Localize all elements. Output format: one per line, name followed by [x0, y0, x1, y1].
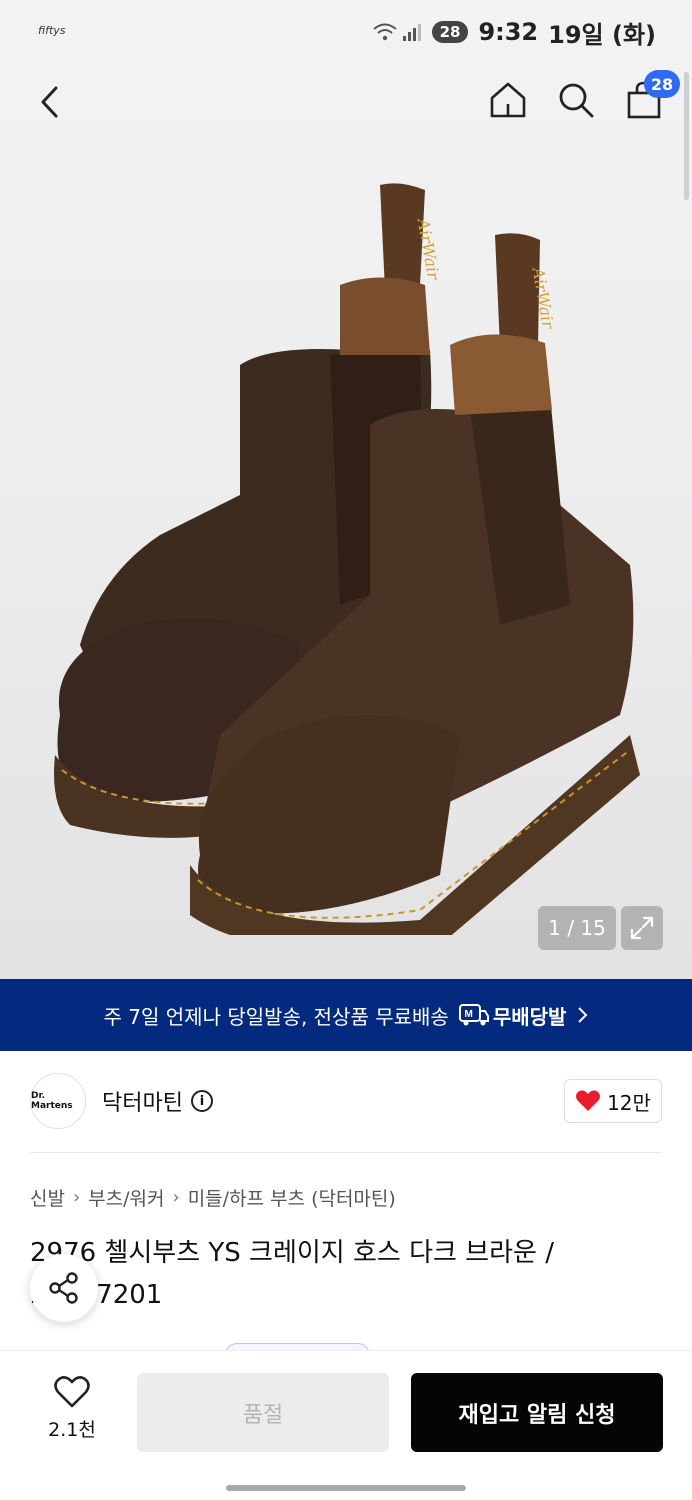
cart-count-badge: 28 — [644, 70, 680, 98]
battery-indicator: 28 — [431, 21, 469, 43]
breadcrumb-item[interactable]: 부츠/워커 — [88, 1184, 164, 1211]
delivery-badge-label: 무배당발 — [492, 1004, 567, 1029]
status-time: 9:32 — [478, 18, 539, 46]
expand-icon — [630, 916, 654, 940]
home-button[interactable] — [484, 76, 532, 124]
heart-filled-icon — [576, 1090, 601, 1111]
sold-out-button[interactable]: 품절 — [137, 1373, 389, 1452]
brand-like-count: 12만 — [607, 1090, 651, 1115]
home-indicator — [226, 1485, 466, 1491]
expand-image-button[interactable] — [621, 906, 663, 950]
share-button[interactable] — [30, 1254, 98, 1322]
divider — [30, 1152, 662, 1153]
chevron-right-icon: › — [72, 1187, 81, 1208]
wishlist-count: 2.1천 — [48, 1419, 96, 1441]
breadcrumb-item[interactable]: 신발 — [30, 1184, 65, 1211]
cart-button[interactable]: 28 — [620, 70, 680, 124]
share-icon — [49, 1272, 78, 1304]
brand-row: Dr. Martens 닥터마틴 i 12만 — [0, 1051, 692, 1153]
search-icon — [559, 83, 594, 118]
home-icon — [490, 82, 526, 118]
chevron-right-icon — [578, 1007, 588, 1023]
product-image-boots: AirWair AirWair — [54, 183, 640, 935]
brand-like-button[interactable]: 12만 — [564, 1079, 662, 1123]
image-counter: 1 / 15 — [538, 906, 616, 950]
delivery-badge: M 무배당발 — [458, 1001, 567, 1030]
truck-icon: M — [458, 1004, 489, 1026]
product-image-gallery[interactable]: AirWair AirWair 1 / 15 — [0, 0, 692, 979]
system-status-bar: fiftys 28 9:32 19일 (화) — [0, 0, 692, 64]
breadcrumb: 신발 › 부츠/워커 › 미들/하프 부츠 (닥터마틴) — [30, 1184, 396, 1211]
heart-outline-icon — [54, 1376, 90, 1408]
status-date: 19일 (화) — [548, 20, 656, 49]
info-icon[interactable]: i — [190, 1090, 213, 1112]
scroll-indicator — [684, 72, 689, 200]
signal-icons — [372, 21, 422, 43]
brand-logo[interactable]: Dr. Martens — [30, 1073, 86, 1129]
product-title: 2976 첼시부츠 YS 크레이지 호스 다크 브라운 / 22227201 — [30, 1238, 554, 1310]
wishlist-button[interactable]: 2.1천 — [40, 1375, 104, 1442]
brand-name-link[interactable]: 닥터마틴 i — [102, 1085, 213, 1117]
breadcrumb-item[interactable]: 미들/하프 부츠 (닥터마틴) — [188, 1184, 396, 1211]
brand-name: 닥터마틴 — [102, 1091, 183, 1116]
chevron-right-icon: › — [172, 1187, 180, 1208]
bottom-action-bar: 2.1천 품절 재입고 알림 신청 — [0, 1350, 692, 1500]
svg-text:M: M — [464, 1009, 472, 1020]
restock-alert-button[interactable]: 재입고 알림 신청 — [411, 1373, 663, 1452]
cell-signal-icon — [402, 24, 421, 41]
top-actions: 28 — [484, 70, 680, 124]
brand-logo-text: Dr. Martens — [31, 1091, 73, 1111]
status-app-logo: fiftys — [38, 24, 66, 37]
delivery-banner[interactable]: 주 7일 언제나 당일발송, 전상품 무료배송 M 무배당발 — [0, 979, 692, 1051]
chevron-left-icon — [41, 86, 58, 118]
wifi-icon — [372, 23, 397, 41]
search-button[interactable] — [552, 76, 600, 124]
delivery-banner-text: 주 7일 언제나 당일발송, 전상품 무료배송 — [103, 1004, 449, 1029]
back-button[interactable] — [28, 80, 72, 124]
